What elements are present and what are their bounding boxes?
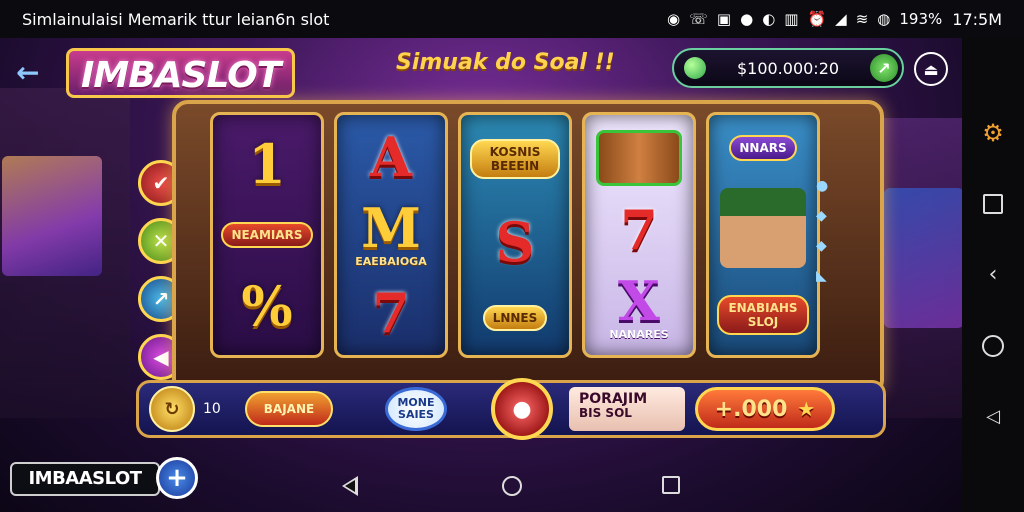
location-icon: ● bbox=[740, 10, 754, 28]
battery-icon: ◍ bbox=[877, 10, 891, 28]
promo-panel: PORAJIM BIS SOL bbox=[569, 387, 685, 431]
balance-value: $100.000:20 bbox=[736, 58, 840, 78]
game-logo: IMBASLOT bbox=[66, 48, 296, 98]
slot-machine-frame: 1 NEAMIARS % A M EAEBAIOGA 7 KOSNIS BEEE… bbox=[172, 100, 884, 396]
status-bar: Simlainulaisi Memarik ttur leian6n slot … bbox=[0, 0, 1024, 38]
reel-symbol: NNARS bbox=[729, 134, 797, 161]
coin-button[interactable]: ↻ bbox=[149, 386, 195, 432]
back-icon[interactable]: ◁ bbox=[982, 406, 1004, 428]
recents-icon[interactable] bbox=[982, 193, 1004, 215]
settings-gear-icon[interactable]: ⚙ bbox=[982, 119, 1004, 147]
arcade-cabinet-right bbox=[872, 118, 962, 418]
system-nav-rail: ⚙ ‹ ◁ bbox=[962, 38, 1024, 512]
payline-diamond-icon: ◆ bbox=[816, 238, 827, 254]
reel-2: A M EAEBAIOGA 7 bbox=[334, 112, 448, 358]
arcade-cabinet-left bbox=[0, 88, 130, 418]
media-icon: ◉ bbox=[667, 10, 681, 28]
nfc-icon: ◐ bbox=[762, 10, 776, 28]
reel-symbol: X bbox=[618, 268, 660, 333]
reel-symbol: 7 bbox=[620, 197, 658, 262]
back-arrow-icon[interactable]: ← bbox=[16, 56, 39, 89]
alarm-icon: ⏰ bbox=[807, 10, 827, 28]
gem-icon bbox=[684, 57, 706, 79]
exit-button[interactable]: ⏏ bbox=[914, 52, 948, 86]
nav-back-icon[interactable] bbox=[342, 476, 358, 496]
bonus-chip[interactable]: BAJANE bbox=[245, 391, 333, 427]
reel-caption: EAEBAIOGA bbox=[355, 255, 427, 269]
reel-symbol: LNNES bbox=[482, 305, 548, 331]
payline-leaf-icon: ◣ bbox=[816, 268, 827, 284]
bet-value: +.000 bbox=[714, 396, 788, 422]
call-icon: ☏ bbox=[689, 10, 708, 28]
promo-line-2: BIS SOL bbox=[579, 406, 632, 421]
vibrate-icon: ▥ bbox=[784, 10, 799, 28]
reel-symbol: NEAMIARS bbox=[221, 221, 313, 248]
game-area: ← IMBASLOT Simuak do Soal !! $100.000:20… bbox=[0, 38, 962, 512]
spin-button[interactable]: ● bbox=[491, 378, 553, 440]
reels: 1 NEAMIARS % A M EAEBAIOGA 7 KOSNIS BEEE… bbox=[210, 112, 820, 358]
reel-caption: NANARES bbox=[609, 327, 669, 341]
status-icons: ◉ ☏ ▣ ● ◐ ▥ ⏰ ◢ ≋ ◍ 193% bbox=[667, 10, 942, 28]
reel-5: NNARS ENABIAHS SLOJ bbox=[706, 112, 820, 358]
nav-recents-icon[interactable] bbox=[662, 476, 680, 494]
reel-symbol: KOSNIS BEEEIN bbox=[470, 139, 560, 179]
bet-button[interactable]: +.000 ★ bbox=[695, 387, 835, 431]
reel-3: KOSNIS BEEEIN S LNNES bbox=[458, 112, 572, 358]
nav-home-icon[interactable] bbox=[502, 476, 522, 496]
brand-badge: IMBAASLOT bbox=[10, 462, 160, 496]
reel-symbol: 1 bbox=[248, 131, 286, 196]
battery-level: 193% bbox=[899, 10, 943, 28]
home-icon[interactable] bbox=[982, 334, 1004, 357]
status-title: Simlainulaisi Memarik ttur leian6n slot bbox=[22, 9, 330, 29]
payline-markers: ● ◆ ◆ ◣ bbox=[816, 178, 828, 284]
cowboy-symbol bbox=[720, 187, 806, 268]
reel-1: 1 NEAMIARS % bbox=[210, 112, 324, 358]
barrel-symbol bbox=[596, 129, 682, 186]
banner-text: Simuak do Soal !! bbox=[396, 50, 615, 75]
star-icon: ★ bbox=[797, 397, 816, 421]
balance-pill: $100.000:20 ↗ bbox=[672, 48, 904, 88]
payline-dot-icon: ● bbox=[816, 178, 829, 194]
reel-symbol: M bbox=[361, 196, 421, 261]
add-balance-button[interactable]: ↗ bbox=[870, 54, 898, 82]
reel-symbol: % bbox=[241, 274, 293, 339]
more-sales-label: MONE SAIES bbox=[397, 395, 435, 421]
reel-symbol: A bbox=[370, 124, 412, 189]
status-time: 17:5M bbox=[952, 9, 1002, 29]
coin-count: 10 bbox=[203, 401, 221, 417]
reel-4: 7 X NANARES bbox=[582, 112, 696, 358]
chevron-left-icon[interactable]: ‹ bbox=[982, 262, 1004, 287]
payline-diamond-icon: ◆ bbox=[816, 208, 827, 224]
signal-icon: ◢ bbox=[835, 10, 847, 28]
wifi-icon: ≋ bbox=[855, 10, 869, 28]
reel-symbol: S bbox=[495, 210, 535, 274]
more-sales-chip[interactable]: MONE SAIES bbox=[385, 387, 447, 431]
reel-symbol: ENABIAHS SLOJ bbox=[717, 295, 809, 336]
photo-icon: ▣ bbox=[716, 10, 732, 28]
promo-line-1: PORAJIM bbox=[579, 391, 648, 407]
control-bar: ↻ 10 BAJANE MONE SAIES ● PORAJIM BIS SOL… bbox=[136, 378, 886, 440]
reel-symbol: 7 bbox=[372, 281, 410, 346]
plus-button[interactable]: + bbox=[156, 457, 198, 499]
